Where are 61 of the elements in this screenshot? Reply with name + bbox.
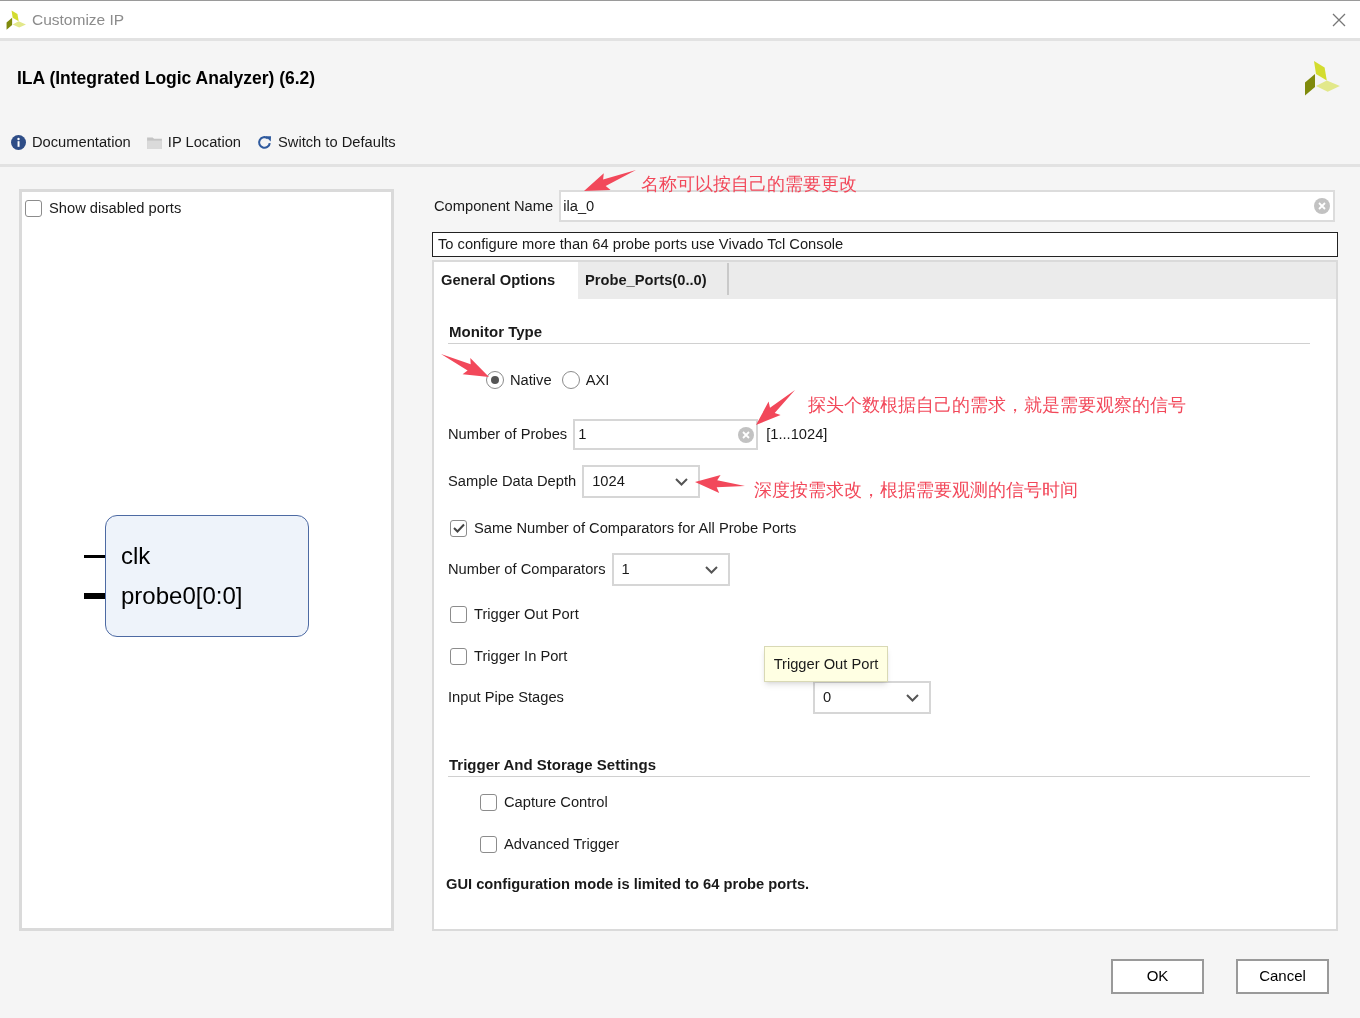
port-label: clk: [121, 541, 151, 571]
checkbox-label: Show disabled ports: [49, 199, 182, 219]
checkbox[interactable]: [450, 605, 467, 623]
toolbar-link[interactable]: Documentation: [11, 131, 131, 154]
checkbox-label: Trigger Out Port: [474, 605, 579, 624]
clear-icon[interactable]: [738, 426, 755, 443]
checkbox[interactable]: [25, 200, 42, 217]
dropdown[interactable]: 1: [611, 553, 730, 586]
note-text: GUI configuration mode is limited to 64 probe ports.: [446, 875, 810, 894]
radio-button[interactable]: [561, 371, 580, 389]
chevron-down-icon: [905, 693, 919, 702]
annotation-arrow: [441, 354, 489, 377]
field-label: Component Name: [434, 196, 554, 216]
logo-icon: [6, 9, 26, 30]
dialog-button[interactable]: Cancel: [1236, 959, 1329, 994]
pin-line: [84, 555, 105, 558]
toolbar-link[interactable]: IP Location: [146, 131, 242, 154]
checkbox[interactable]: [450, 647, 467, 665]
folder-icon: [146, 135, 162, 149]
chevron-down-icon: [704, 565, 718, 574]
dropdown[interactable]: 0: [812, 681, 931, 714]
annotation-arrow: [695, 475, 745, 493]
checkbox[interactable]: [450, 519, 467, 537]
info-icon: [11, 134, 26, 150]
tab[interactable]: General Options: [434, 262, 578, 299]
refresh-icon: [257, 134, 273, 150]
checkmark-icon: [452, 523, 465, 533]
field-label: Number of Probes: [448, 425, 568, 445]
dialog-title: ILA (Integrated Logic Analyzer) (6.2): [17, 66, 316, 90]
window-title: Customize IP: [32, 9, 125, 30]
toolbar-link[interactable]: Switch to Defaults: [257, 131, 396, 154]
field-label: Sample Data Depth: [448, 472, 577, 492]
radio-label: Native: [510, 370, 552, 390]
checkbox[interactable]: [480, 793, 497, 811]
dialog-button[interactable]: OK: [1111, 959, 1204, 994]
checkbox-label: Advanced Trigger: [504, 835, 620, 854]
radio-button[interactable]: [486, 371, 504, 389]
tab[interactable]: Probe_Ports(0..0): [578, 262, 722, 299]
chevron-down-icon: [675, 477, 689, 486]
annotation-arrow: [584, 170, 636, 191]
field-label: Number of Comparators: [448, 560, 606, 580]
section-heading: Monitor Type: [449, 322, 543, 343]
annotation-arrow: [756, 390, 795, 425]
checkbox-label: Trigger In Port: [474, 647, 568, 666]
port-label: probe0[0:0]: [121, 581, 243, 611]
dropdown[interactable]: 1024: [582, 465, 701, 498]
info-message: To configure more than 64 probe ports use Vivado Tcl Console: [432, 232, 1338, 257]
checkbox[interactable]: [480, 835, 497, 853]
checkbox-label: Same Number of Comparators for All Probe Ports: [474, 519, 797, 538]
field-label: Input Pipe Stages: [448, 688, 564, 708]
range-hint: [1...1024]: [766, 425, 828, 445]
text-field[interactable]: 1: [573, 419, 759, 450]
radio-label: AXI: [585, 370, 610, 390]
annotation-note: 深度按需求改，根据需要观测的信号时间: [754, 479, 1078, 501]
section-heading: Trigger And Storage Settings: [449, 755, 656, 776]
tooltip: Trigger Out Port: [764, 646, 888, 682]
clear-icon[interactable]: [1314, 198, 1330, 214]
close-icon[interactable]: [1332, 12, 1346, 27]
logo-icon: [1303, 60, 1341, 96]
checkbox-label: Capture Control: [504, 793, 608, 812]
annotation-note: 探头个数根据自己的需求，就是需要观察的信号: [808, 394, 1186, 416]
